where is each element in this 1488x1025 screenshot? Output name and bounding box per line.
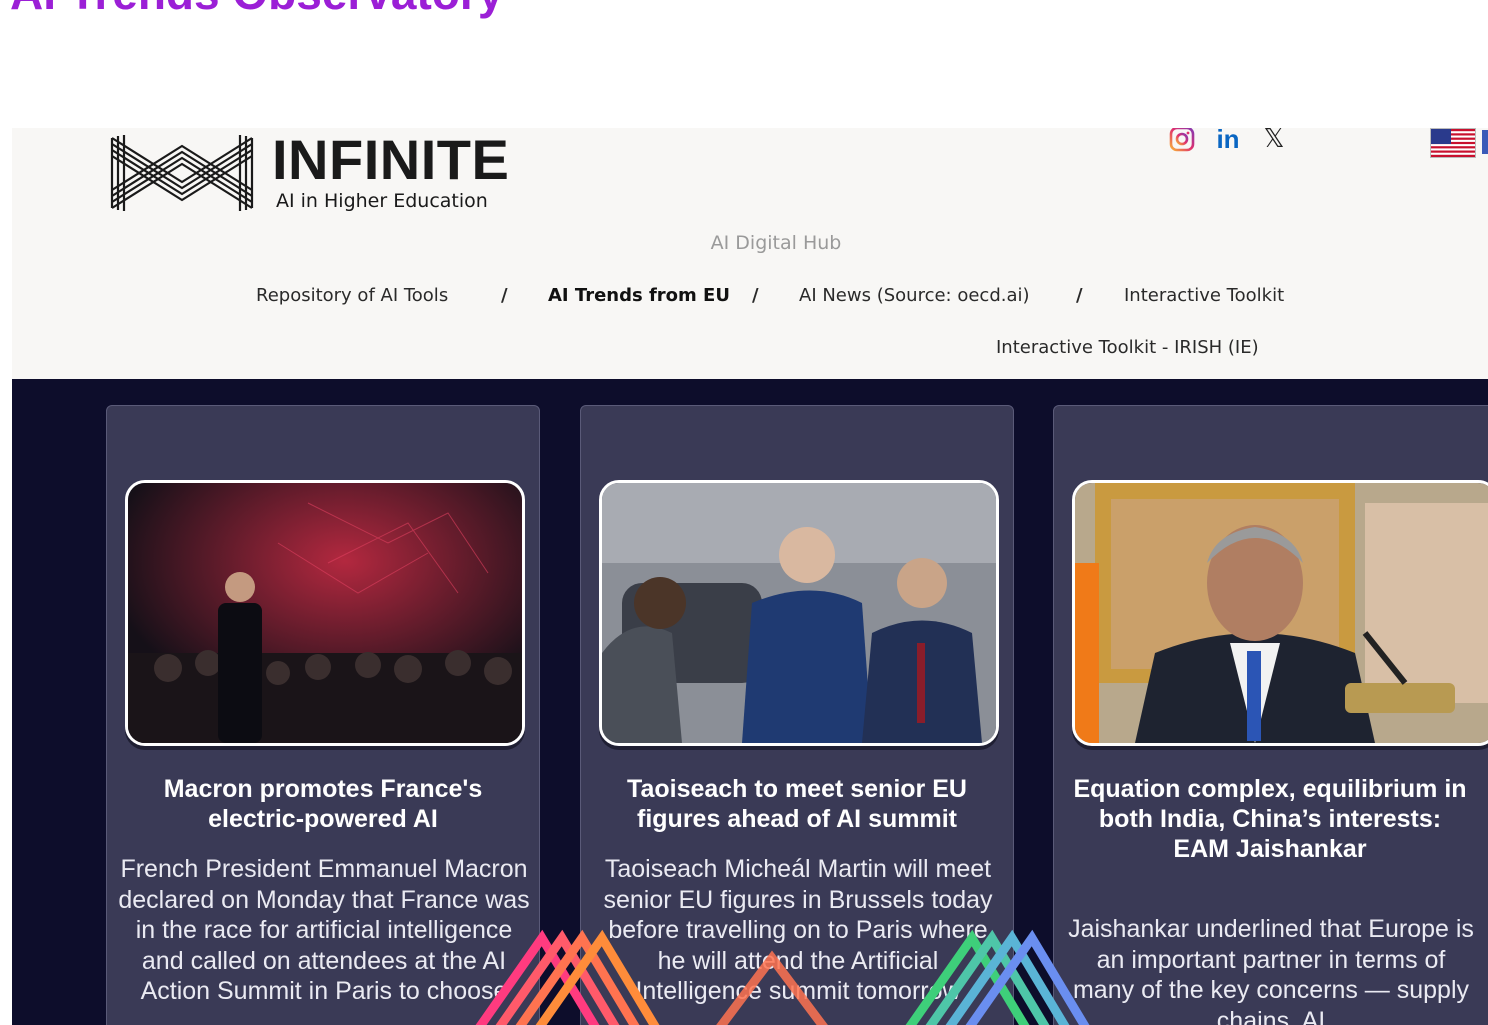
nav-separator: / bbox=[501, 285, 508, 306]
social-links: in 𝕏 bbox=[1168, 128, 1288, 156]
nav-item-repository[interactable]: Repository of AI Tools bbox=[256, 285, 448, 306]
logo-tagline: AI in Higher Education bbox=[276, 190, 488, 212]
x-icon[interactable]: 𝕏 bbox=[1260, 128, 1288, 154]
news-title[interactable]: Macron promotes France's electric-powere… bbox=[123, 774, 523, 834]
nav-item-ai-news[interactable]: AI News (Source: oecd.ai) bbox=[799, 285, 1030, 306]
nav-item-interactive-toolkit[interactable]: Interactive Toolkit bbox=[1124, 285, 1284, 306]
infinite-logo-icon bbox=[110, 135, 254, 211]
linkedin-glyph: in bbox=[1216, 128, 1240, 154]
x-glyph: 𝕏 bbox=[1263, 128, 1285, 154]
us-flag-icon[interactable] bbox=[1430, 128, 1476, 158]
news-image bbox=[1072, 480, 1488, 746]
site-logo[interactable]: INFINITE AI in Higher Education bbox=[108, 130, 528, 220]
nav-item-ai-trends-eu[interactable]: AI Trends from EU bbox=[548, 285, 730, 306]
logo-wordmark: INFINITE bbox=[272, 128, 510, 191]
hub-label: AI Digital Hub bbox=[710, 232, 842, 254]
page-title: AI Trends Observatory bbox=[10, 0, 503, 16]
news-title[interactable]: Taoiseach to meet senior EU figures ahea… bbox=[597, 774, 997, 834]
news-title[interactable]: Equation complex, equilibrium in both In… bbox=[1070, 774, 1470, 864]
site-header: INFINITE AI in Higher Education in 𝕏 AI … bbox=[12, 128, 1488, 379]
news-image bbox=[125, 480, 525, 746]
linkedin-icon[interactable]: in bbox=[1214, 128, 1242, 154]
decorative-stripes-graphic bbox=[475, 929, 1090, 1025]
instagram-icon[interactable] bbox=[1168, 128, 1196, 153]
news-image bbox=[599, 480, 999, 746]
language-flag-icon[interactable] bbox=[1482, 130, 1488, 154]
nav-separator: / bbox=[1076, 285, 1083, 306]
nav-item-interactive-toolkit-irish[interactable]: Interactive Toolkit - IRISH (IE) bbox=[996, 337, 1259, 358]
nav-separator: / bbox=[752, 285, 759, 306]
news-summary: Jaishankar underlined that Europe is an … bbox=[1068, 915, 1474, 1025]
embedded-site-frame: INFINITE AI in Higher Education in 𝕏 AI … bbox=[12, 128, 1488, 1025]
news-card[interactable]: Equation complex, equilibrium in both In… bbox=[1053, 405, 1488, 1025]
